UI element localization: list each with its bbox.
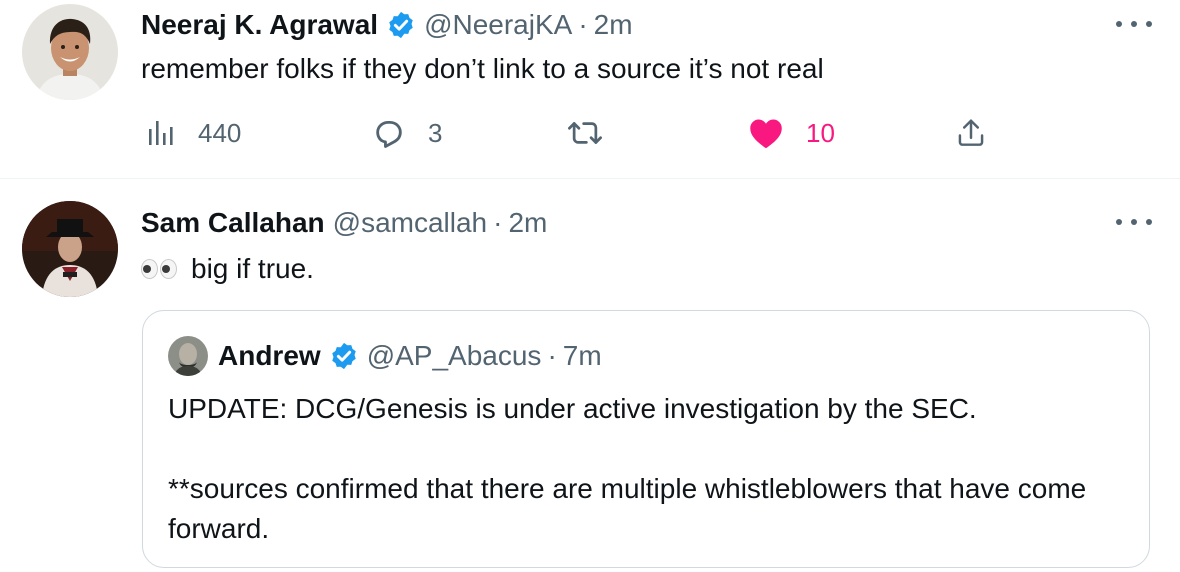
eyes-emoji-icon [141, 259, 179, 279]
views-count: 440 [198, 117, 242, 148]
like-button[interactable]: 10 [748, 113, 835, 153]
avatar[interactable] [22, 201, 118, 297]
tweet-text: remember folks if they don’t link to a s… [141, 53, 824, 84]
separator-dot: · [578, 9, 588, 40]
quoted-text-line: **sources confirmed that there are multi… [168, 473, 1087, 544]
quoted-tweet-text: UPDATE: DCG/Genesis is under active inve… [168, 389, 1108, 549]
author-handle[interactable]: @NeerajKA [424, 9, 572, 41]
retweet-button[interactable] [566, 113, 626, 153]
tweet-header: Sam Callahan @samcallah · 2m [141, 203, 547, 243]
more-options-icon[interactable] [1116, 14, 1152, 34]
share-upload-icon [958, 119, 984, 146]
avatar[interactable] [22, 4, 118, 100]
verified-badge-icon [329, 341, 359, 371]
like-count: 10 [806, 117, 835, 148]
tweet-text: big if true. [191, 253, 314, 284]
views-chart-icon [149, 121, 173, 145]
avatar [168, 336, 208, 376]
quoted-tweet[interactable]: Andrew @AP_Abacus · 7m UPDATE: DCG/Genes… [142, 310, 1150, 568]
timestamp[interactable]: 2m [594, 9, 633, 41]
quoted-tweet-header: Andrew @AP_Abacus · 7m [168, 336, 602, 376]
verified-badge-icon [386, 10, 416, 40]
retweet-icon [568, 122, 602, 144]
reply-bubble-icon [376, 120, 402, 148]
tweet[interactable]: Neeraj K. Agrawal @NeerajKA · 2m remembe… [0, 0, 1180, 179]
author-name[interactable]: Neeraj K. Agrawal [141, 9, 378, 41]
author-handle[interactable]: @samcallah [333, 207, 487, 239]
share-button[interactable] [956, 113, 986, 153]
more-options-icon[interactable] [1116, 212, 1152, 232]
tweet-actions: 440 3 10 [141, 113, 1001, 153]
separator-dot: · [493, 207, 503, 238]
tweet[interactable]: Sam Callahan @samcallah · 2m big if true… [0, 179, 1180, 572]
separator-dot: · [547, 340, 557, 371]
quoted-text-line: UPDATE: DCG/Genesis is under active inve… [168, 393, 977, 424]
quoted-author-name: Andrew [218, 340, 321, 371]
reply-count: 3 [428, 117, 443, 148]
heart-icon [750, 119, 782, 149]
quoted-timestamp: 7m [562, 340, 602, 371]
timestamp[interactable]: 2m [508, 207, 547, 239]
views-button[interactable]: 440 [146, 113, 241, 153]
tweet-text-row: big if true. [141, 251, 314, 287]
author-name[interactable]: Sam Callahan [141, 207, 325, 239]
reply-button[interactable]: 3 [372, 113, 442, 153]
quoted-author-handle: @AP_Abacus [366, 340, 542, 371]
tweet-header: Neeraj K. Agrawal @NeerajKA · 2m [141, 5, 633, 45]
